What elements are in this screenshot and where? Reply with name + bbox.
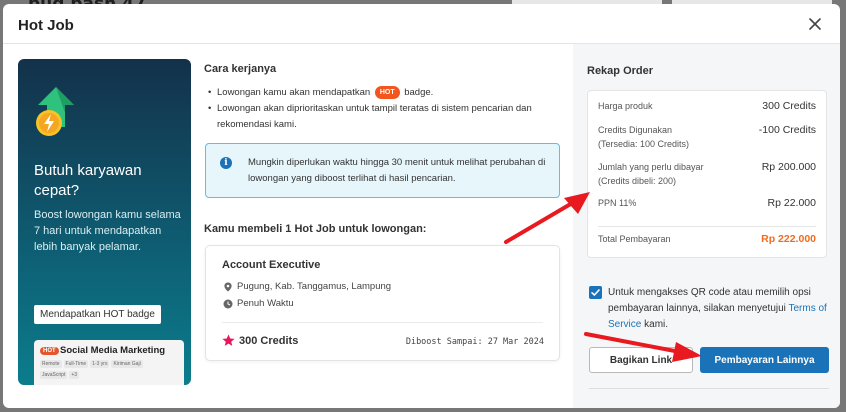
order-summary-card: Harga produk 300 Credits Credits Digunak…: [587, 90, 827, 258]
boost-until: Diboost Sampai: 27 Mar 2024: [405, 337, 544, 347]
summary-label: Jumlah yang perlu dibayar: [598, 162, 704, 172]
consent-text-part: kami.: [644, 319, 669, 330]
close-icon: [809, 18, 821, 30]
job-type-text: Penuh Waktu: [237, 298, 294, 309]
consent-text-part: Untuk mengakses QR code atau memilih ops…: [608, 287, 811, 314]
preview-job-title: Social Media Marketing: [60, 345, 166, 356]
summary-label: Credits Digunakan: [598, 125, 673, 135]
preview-tag: Kiriman Gaji: [111, 360, 143, 368]
preview-tag: JavaScript: [40, 371, 68, 379]
bullet-text: badge.: [404, 87, 434, 98]
bullet-text: Lowongan kamu akan mendapatkan: [217, 87, 371, 98]
modal-title: Hot Job: [18, 17, 74, 34]
divider: [222, 322, 543, 323]
preview-tags: JavaScript +3: [40, 371, 81, 379]
summary-value: 300 Credits: [762, 100, 816, 112]
preview-tag: Remote: [40, 360, 62, 368]
job-title: Account Executive: [222, 259, 321, 271]
preview-tag: +3: [69, 371, 80, 379]
close-button[interactable]: [806, 15, 824, 33]
promo-job-preview: HOT Social Media Marketing Remote Full-Ti…: [34, 340, 184, 385]
info-text: Mungkin diperlukan waktu hingga 30 menit…: [248, 157, 546, 184]
preview-tags: Remote Full-Time 1-3 yrs Kiriman Gaji: [40, 360, 145, 368]
modal-header: Hot Job: [3, 4, 840, 44]
job-card: Account Executive Pugung, Kab. Tanggamus…: [205, 245, 560, 361]
job-location-text: Pugung, Kab. Tanggamus, Lampung: [237, 281, 392, 292]
summary-sublabel: (Tersedia: 100 Credits): [598, 139, 690, 149]
order-summary-title: Rekap Order: [587, 65, 654, 77]
job-credits-text: 300 Credits: [239, 334, 299, 347]
promo-description: Boost lowongan kamu selama 7 hari untuk …: [34, 209, 181, 253]
order-summary-panel: Rekap Order Harga produk 300 Credits Cre…: [573, 44, 840, 408]
hot-badge: HOT: [40, 347, 59, 355]
purchase-title: Kamu membeli 1 Hot Job untuk lowongan:: [204, 223, 427, 235]
how-it-works-list: Lowongan kamu akan mendapatkan HOT badge…: [208, 85, 558, 133]
consent-text: Untuk mengakses QR code atau memilih ops…: [608, 285, 834, 333]
location-pin-icon: [224, 282, 232, 291]
summary-sublabel: (Credits dibeli: 200): [598, 176, 677, 186]
job-type: Penuh Waktu: [223, 298, 294, 309]
clock-icon: [223, 299, 233, 308]
hot-badge: HOT: [374, 86, 400, 99]
summary-label: PPN 11%: [598, 198, 637, 208]
star-icon: [222, 334, 235, 346]
check-icon: [591, 289, 600, 296]
summary-value: Rp 200.000: [761, 161, 816, 173]
preview-tag: Full-Time: [63, 360, 89, 368]
other-payment-button[interactable]: Pembayaran Lainnya: [700, 347, 829, 373]
lightning-arrow-icon: [36, 87, 74, 136]
promo-title: Butuh karyawan cepat?: [34, 162, 142, 199]
total-value: Rp 222.000: [761, 233, 816, 245]
divider: [589, 388, 829, 389]
share-link-button[interactable]: Bagikan Link: [589, 347, 693, 373]
list-item: Lowongan akan diprioritaskan untuk tampi…: [208, 101, 558, 133]
info-icon: i: [220, 157, 232, 169]
summary-value: -100 Credits: [758, 124, 816, 136]
divider: [598, 226, 816, 227]
terms-checkbox[interactable]: [589, 286, 602, 299]
how-it-works-title: Cara kerjanya: [204, 63, 277, 75]
job-credits: 300 Credits: [222, 334, 298, 347]
promo-badge-caption: Mendapatkan HOT badge: [34, 305, 161, 324]
promo-panel: Butuh karyawan cepat? Boost lowongan kam…: [18, 59, 191, 385]
hot-job-modal: Hot Job Butuh karyawan cepat? Boost lowo…: [3, 4, 840, 408]
list-item: Lowongan kamu akan mendapatkan HOT badge…: [208, 85, 558, 101]
info-alert: i Mungkin diperlukan waktu hingga 30 men…: [205, 143, 560, 198]
total-label: Total Pembayaran: [598, 234, 671, 244]
summary-label: Harga produk: [598, 101, 653, 111]
summary-value: Rp 22.000: [767, 197, 816, 209]
preview-tag: 1-3 yrs: [90, 360, 110, 368]
job-location: Pugung, Kab. Tanggamus, Lampung: [223, 281, 391, 292]
